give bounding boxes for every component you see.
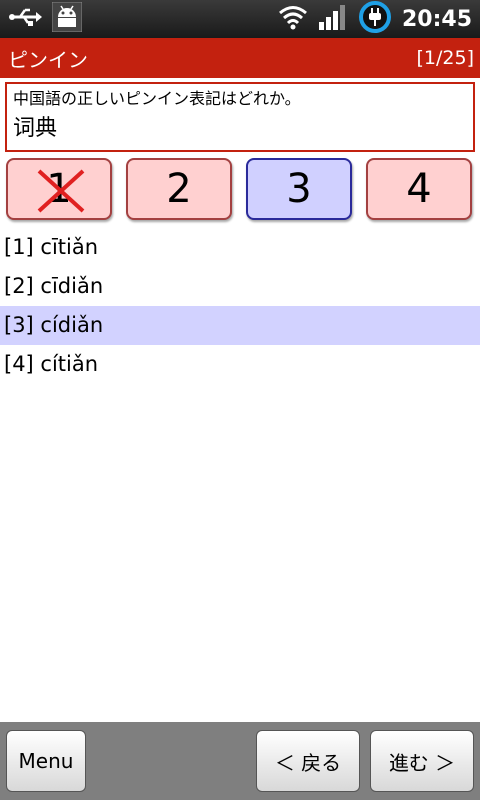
next-button[interactable]: 進む ＞ — [370, 730, 474, 792]
menu-button[interactable]: Menu — [6, 730, 86, 792]
clock: 20:45 — [401, 6, 472, 32]
signal-icon — [318, 4, 348, 34]
bottom-bar: Menu ＜ 戻る 進む ＞ — [0, 722, 480, 800]
option-row-3[interactable]: [3] cídiǎn — [0, 306, 480, 345]
wifi-icon — [278, 4, 308, 34]
answer-button-label: 3 — [286, 166, 312, 212]
question-word: 词典 — [13, 116, 58, 141]
answer-button-2[interactable]: 2 — [126, 158, 232, 220]
answer-buttons: 1 2 3 4 — [6, 158, 474, 220]
status-bar: 20:45 — [0, 0, 480, 38]
option-row-1[interactable]: [1] cītiǎn — [0, 228, 480, 267]
page-title: ピンイン — [8, 47, 88, 72]
wrong-x-icon — [36, 168, 86, 224]
answer-button-1[interactable]: 1 — [6, 158, 112, 220]
answer-button-3[interactable]: 3 — [246, 158, 352, 220]
answer-button-4[interactable]: 4 — [366, 158, 472, 220]
back-button[interactable]: ＜ 戻る — [256, 730, 360, 792]
question-counter: [1/25] — [416, 47, 475, 69]
option-row-4[interactable]: [4] cítiǎn — [0, 345, 480, 384]
android-debug-icon — [51, 1, 83, 36]
options-list: [1] cītiǎn [2] cīdiǎn [3] cídiǎn [4] cít… — [0, 228, 480, 384]
option-row-2[interactable]: [2] cīdiǎn — [0, 267, 480, 306]
answer-button-label: 4 — [406, 166, 432, 212]
question-prompt: 中国語の正しいピンイン表記はどれか。 — [13, 89, 301, 108]
battery-charging-icon — [358, 0, 392, 38]
question-box: 中国語の正しいピンイン表記はどれか。 词典 — [5, 82, 475, 152]
answer-button-label: 2 — [166, 166, 192, 212]
usb-icon — [8, 6, 42, 32]
title-bar: ピンイン [1/25] — [0, 38, 480, 78]
